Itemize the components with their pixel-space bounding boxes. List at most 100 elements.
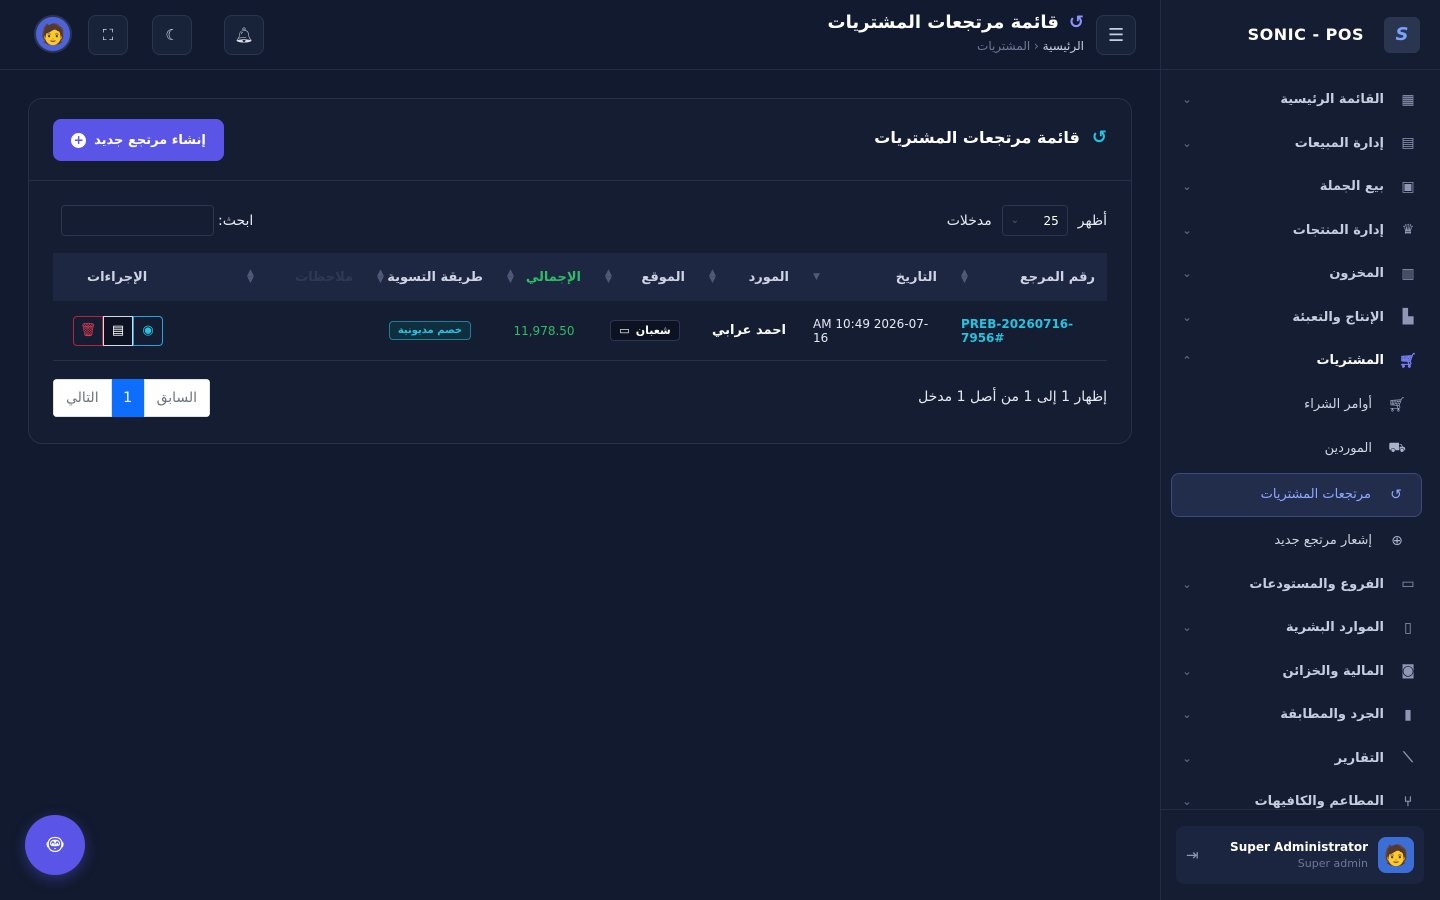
return-ref-link[interactable]: PREB-20260716-7956# bbox=[961, 317, 1095, 345]
sidebar-subitem-purchase-returns[interactable]: ↺ مرتجعات المشتريات bbox=[1171, 472, 1422, 517]
entries-select[interactable]: 25 ⌄ bbox=[1001, 205, 1068, 236]
id-card-icon: ▯ bbox=[1404, 619, 1412, 636]
sidebar-item-inventory[interactable]: ▥ المخزون ⌄ bbox=[1161, 252, 1440, 296]
cell-method: خصم مديونية bbox=[365, 321, 495, 340]
fullscreen-button[interactable]: ⛶ bbox=[88, 15, 128, 55]
assistant-bot-button[interactable]: 🤖︎ bbox=[25, 815, 85, 875]
notifications-button[interactable]: 🔔︎ bbox=[224, 15, 264, 55]
cash-register-icon: ▤ bbox=[1401, 135, 1415, 152]
sidebar-item-products[interactable]: ♛ إدارة المنتجات ⌄ bbox=[1161, 209, 1440, 253]
chevron-down-icon: ⌄ bbox=[1182, 310, 1192, 324]
sidebar-nav: ▦ القائمة الرئيسية ⌄ ▤ إدارة المبيعات ⌄ … bbox=[1161, 70, 1440, 824]
cell-date: AM 10:49 2026-07-16 bbox=[813, 316, 929, 345]
sort-icon: ▲ ▼ bbox=[377, 268, 384, 285]
sort-icon: ▲ ▼ bbox=[507, 268, 514, 285]
brand-name: SONIC - POS bbox=[1247, 25, 1364, 44]
column-header-total[interactable]: الإجمالي ▲ ▼ bbox=[495, 253, 593, 301]
column-header-supplier[interactable]: المورد ▲ ▼ bbox=[697, 253, 801, 301]
cell-total: 11,978.50 bbox=[513, 323, 575, 338]
create-return-button[interactable]: إنشاء مرتجع جديد + bbox=[53, 119, 224, 161]
avatar: 🧑 bbox=[1378, 837, 1414, 873]
view-button[interactable]: ◉ bbox=[133, 315, 163, 346]
chevron-down-icon: ⌄ bbox=[1010, 215, 1020, 226]
sidebar-item-sales[interactable]: ▤ إدارة المبيعات ⌄ bbox=[1161, 122, 1440, 166]
truck-icon: ⛟ bbox=[1388, 439, 1406, 456]
chevron-down-icon: ⌄ bbox=[1182, 751, 1192, 765]
pagination: التالي 1 السابق bbox=[53, 379, 211, 417]
brand[interactable]: S SONIC - POS bbox=[1161, 0, 1440, 70]
pagination-next[interactable]: التالي bbox=[53, 379, 112, 417]
sidebar-item-finance[interactable]: ◙ المالية والخزائن ⌄ bbox=[1161, 650, 1440, 694]
sort-desc-icon: ▼ bbox=[813, 271, 820, 282]
column-header-method[interactable]: طريقة التسوية ▲ ▼ bbox=[365, 253, 495, 301]
trash-icon: 🗑︎ bbox=[79, 323, 97, 338]
shirt-icon: ♛ bbox=[1401, 222, 1415, 239]
brand-logo-icon: S bbox=[1384, 16, 1420, 53]
row-actions: 🗑︎ ▤ ◉ bbox=[73, 315, 163, 346]
header-avatar[interactable]: 🧑 bbox=[34, 15, 72, 53]
sidebar-subitem-new-return[interactable]: ⊕ إشعار مرتجع جديد bbox=[1161, 519, 1440, 563]
delete-button[interactable]: 🗑︎ bbox=[73, 315, 103, 346]
logout-icon[interactable]: ⇥ bbox=[1186, 846, 1199, 864]
chevron-down-icon: ⌄ bbox=[1182, 795, 1192, 809]
column-header-ref[interactable]: رقم المرجع ▲ ▼ bbox=[949, 253, 1107, 301]
search-input[interactable] bbox=[61, 205, 214, 236]
boxes-icon: ▥ bbox=[1401, 265, 1415, 282]
hamburger-icon: ☰ bbox=[1107, 24, 1125, 46]
sidebar-item-purchases[interactable]: 🛒︎ المشتريات ⌃ bbox=[1161, 339, 1440, 383]
sidebar-item-production[interactable]: ▙ الإنتاج والتعبئة ⌄ bbox=[1161, 296, 1440, 340]
bell-icon: 🔔︎ bbox=[234, 26, 254, 44]
sort-icon: ▲ ▼ bbox=[247, 268, 254, 285]
sidebar-item-branches[interactable]: ▭ الفروع والمستودعات ⌄ bbox=[1161, 563, 1440, 607]
sidebar-item-stocktake[interactable]: ▮ الجرد والمطابقة ⌄ bbox=[1161, 693, 1440, 737]
sidebar-item-hr[interactable]: ▯ الموارد البشرية ⌄ bbox=[1161, 606, 1440, 650]
pagination-page-1[interactable]: 1 bbox=[111, 379, 144, 417]
user-meta: Super Administrator Super admin bbox=[1209, 840, 1368, 870]
undo-icon: ↺ bbox=[1390, 486, 1402, 503]
topbar: ☰ ↺ قائمة مرتجعات المشتريات الرئيسية ‹ ا… bbox=[0, 0, 1160, 70]
money-icon: ◙ bbox=[1401, 663, 1415, 680]
table-header: رقم المرجع ▲ ▼ التاريخ ▼ المورد ▲ ▼ الموقع ▲ ▼ … bbox=[53, 253, 1107, 301]
chevron-down-icon: ⌄ bbox=[1182, 93, 1192, 107]
cell-actions: 🗑︎ ▤ ◉ bbox=[53, 315, 235, 346]
factory-icon: ▙ bbox=[1402, 309, 1414, 326]
sidebar: S SONIC - POS ▦ القائمة الرئيسية ⌄ ▤ إدا… bbox=[1160, 0, 1440, 900]
cell-location: شعبان ▭ bbox=[593, 320, 697, 341]
sidebar-item-dashboard[interactable]: ▦ القائمة الرئيسية ⌄ bbox=[1161, 78, 1440, 122]
cart-icon: 🛒︎ bbox=[1399, 352, 1417, 369]
store-icon: ▭ bbox=[1401, 576, 1415, 593]
sidebar-divider bbox=[1161, 809, 1440, 810]
warehouse-icon: ▣ bbox=[1401, 178, 1415, 195]
chart-icon: ⟋ bbox=[1403, 750, 1413, 767]
column-header-notes[interactable]: ملاحظات ▲ ▼ bbox=[235, 253, 365, 301]
pagination-prev[interactable]: السابق bbox=[143, 379, 211, 417]
undo-icon: ↺ bbox=[1091, 127, 1107, 148]
chevron-down-icon: ⌄ bbox=[1182, 621, 1192, 635]
undo-icon: ↺ bbox=[1068, 12, 1084, 33]
moon-icon: ☾ bbox=[165, 26, 179, 44]
column-header-actions: الإجراءات bbox=[87, 269, 148, 285]
clipboard-icon: ▮ bbox=[1404, 706, 1412, 723]
sidebar-subitem-purchase-orders[interactable]: 🛒︎ أوامر الشراء bbox=[1161, 383, 1440, 427]
document-icon: ▤ bbox=[111, 323, 125, 338]
fullscreen-icon: ⛶ bbox=[102, 26, 114, 44]
user-card[interactable]: 🧑 Super Administrator Super admin ⇥ bbox=[1176, 826, 1424, 884]
sidebar-item-restaurants[interactable]: ⑂ المطاعم والكافيهات ⌄ bbox=[1161, 780, 1440, 824]
theme-toggle-button[interactable]: ☾ bbox=[152, 15, 192, 55]
menu-toggle-button[interactable]: ☰ bbox=[1096, 15, 1136, 55]
dashboard-icon: ▦ bbox=[1401, 91, 1415, 108]
chevron-up-icon: ⌃ bbox=[1182, 354, 1192, 368]
sidebar-item-reports[interactable]: ⟋ التقارير ⌄ bbox=[1161, 737, 1440, 781]
breadcrumb-home[interactable]: الرئيسية bbox=[1043, 39, 1084, 53]
print-button[interactable]: ▤ bbox=[103, 315, 133, 346]
sidebar-item-wholesale[interactable]: ▣ بيع الجملة ⌄ bbox=[1161, 165, 1440, 209]
sidebar-subitem-suppliers[interactable]: ⛟ الموردين bbox=[1161, 427, 1440, 471]
show-entries: أظهر 25 ⌄ مدخلات bbox=[947, 205, 1107, 236]
chevron-down-icon: ⌄ bbox=[1182, 708, 1192, 722]
column-header-location[interactable]: الموقع ▲ ▼ bbox=[593, 253, 697, 301]
chevron-down-icon: ⌄ bbox=[1182, 223, 1192, 237]
table-row: PREB-20260716-7956# AM 10:49 2026-07-16 … bbox=[53, 301, 1107, 361]
table-footer: إظهار 1 إلى 1 من أصل 1 مدخل التالي 1 الس… bbox=[53, 379, 1107, 417]
column-header-date[interactable]: التاريخ ▼ bbox=[801, 253, 949, 301]
chevron-down-icon: ⌄ bbox=[1182, 267, 1192, 281]
